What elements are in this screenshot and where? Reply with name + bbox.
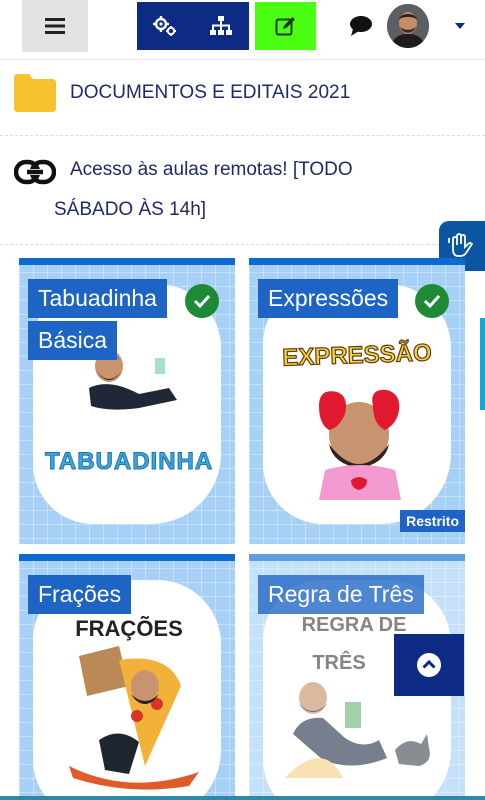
card-art-title: FRAÇÕES xyxy=(75,616,183,641)
link-icon xyxy=(14,159,56,185)
hamburger-icon xyxy=(45,18,65,34)
chevron-up-icon xyxy=(417,653,441,677)
bottom-edge xyxy=(0,796,485,800)
back-to-top-button[interactable] xyxy=(394,634,464,696)
chat-icon xyxy=(350,16,372,36)
course-actions-group xyxy=(137,2,249,50)
character-illustration xyxy=(69,646,199,790)
character-illustration xyxy=(319,389,401,500)
course-card-expressoes[interactable]: EXPRESSÃO Expressões Restrito xyxy=(249,258,465,544)
user-avatar[interactable] xyxy=(387,4,429,48)
user-menu-toggle[interactable] xyxy=(453,18,467,29)
edit-icon xyxy=(275,17,295,36)
folder-link[interactable]: DOCUMENTOS E EDITAIS 2021 xyxy=(70,82,350,104)
card-top-border xyxy=(19,258,235,265)
url-activity-row[interactable] xyxy=(0,137,485,245)
caret-down-icon xyxy=(455,23,465,29)
edit-mode-button[interactable] xyxy=(255,2,316,50)
scroll-indicator[interactable] xyxy=(480,318,485,410)
card-title-line1[interactable]: Tabuadinha xyxy=(28,279,167,318)
card-title-line2[interactable]: Básica xyxy=(28,321,118,360)
card-title-line1[interactable]: Expressões xyxy=(258,279,399,318)
completion-check-icon xyxy=(415,284,449,318)
character-illustration xyxy=(89,350,177,410)
restricted-badge: Restrito xyxy=(400,510,465,532)
card-title-line1[interactable]: Regra de Três xyxy=(258,575,424,614)
hand-sign-language-icon xyxy=(448,233,474,257)
gears-icon xyxy=(153,16,176,36)
course-card-tabuadinha[interactable]: TABUADINHA Tabuadinha Básica xyxy=(19,258,235,544)
remote-classes-link-line2[interactable]: SÁBADO ÀS 14h] xyxy=(54,199,206,221)
card-top-border xyxy=(249,258,465,265)
card-art-title: TABUADINHA xyxy=(45,448,214,476)
card-title-line1[interactable]: Frações xyxy=(28,575,132,614)
course-structure-button[interactable] xyxy=(193,2,249,50)
user-photo xyxy=(387,4,429,48)
top-navbar xyxy=(0,0,485,60)
course-card-fracoes[interactable]: FRAÇÕES Frações xyxy=(19,554,235,800)
sitemap-icon xyxy=(210,16,232,35)
completion-check-icon xyxy=(185,284,219,318)
messages-button[interactable] xyxy=(348,14,374,38)
card-top-border xyxy=(19,554,235,561)
folder-icon xyxy=(14,74,56,112)
menu-button[interactable] xyxy=(22,0,88,52)
remote-classes-link[interactable]: Acesso às aulas remotas! [TODO xyxy=(70,159,353,181)
settings-button[interactable] xyxy=(137,2,193,50)
